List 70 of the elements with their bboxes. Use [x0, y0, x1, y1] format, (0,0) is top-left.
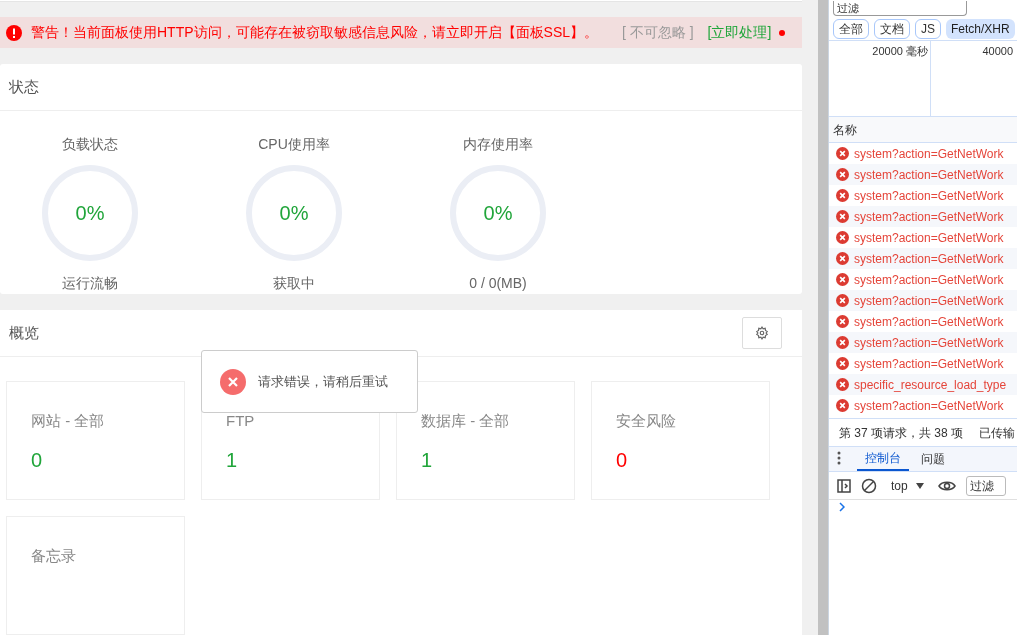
settings-icon [755, 326, 769, 340]
exclamation-icon [6, 24, 22, 41]
fix-now-link[interactable]: [立即处理] [707, 22, 772, 44]
error-icon [836, 168, 849, 181]
request-row[interactable]: system?action=GetNetWork [829, 332, 1017, 353]
error-icon [836, 252, 849, 265]
time-tick: 20000 毫秒 [872, 44, 928, 59]
request-row[interactable]: system?action=GetNetWork [829, 164, 1017, 185]
eye-icon[interactable] [937, 479, 956, 492]
column-header: 名称 [833, 121, 857, 139]
filter-field[interactable]: 过滤 [833, 1, 967, 16]
gauge-label: CPU使用率 [258, 135, 330, 154]
gauge-label: 负载状态 [62, 135, 118, 154]
devtools-tab[interactable]: 控制台 [857, 447, 909, 471]
request-row[interactable]: system?action=GetNetWork [829, 248, 1017, 269]
stat-card[interactable]: 数据库 - 全部 1 [396, 381, 575, 500]
ignore-label: [ 不可忽略 ] [622, 23, 694, 43]
gauge-caption: 获取中 [273, 274, 315, 293]
error-icon [220, 368, 246, 395]
time-tick: 40000 [982, 44, 1013, 59]
filter-chip[interactable]: 全部 [833, 19, 869, 39]
gauge-caption: 0 / 0(MB) [469, 274, 527, 293]
devtools-tab[interactable]: 问题 [913, 447, 953, 471]
error-icon [836, 273, 849, 286]
gauge-caption: 运行流畅 [62, 274, 118, 293]
error-icon [836, 189, 849, 202]
more-icon[interactable] [837, 451, 841, 465]
request-summary: 第 37 项请求，共 38 项 [839, 424, 964, 442]
stat-card[interactable]: 安全风险 0 [591, 381, 770, 500]
stat-label: 网站 - 全部 [31, 411, 106, 431]
error-icon [836, 231, 849, 244]
error-icon [836, 315, 849, 328]
stat-label: FTP [226, 411, 256, 431]
transferred-label: 已传输 [979, 424, 1016, 442]
stat-value: 1 [421, 447, 434, 473]
stat-value: 0 [31, 447, 44, 473]
panel-title: 状态 [9, 76, 39, 97]
error-icon [836, 147, 849, 160]
stat-value: 0 [616, 447, 629, 473]
stat-label: 数据库 - 全部 [421, 411, 511, 431]
error-icon [836, 378, 849, 391]
filter-chip[interactable]: Fetch/XHR [946, 19, 1015, 39]
error-icon [836, 399, 849, 412]
gauge-label: 内存使用率 [463, 135, 533, 154]
request-row[interactable]: specific_resource_load_type [829, 374, 1017, 395]
stat-value: 1 [226, 447, 239, 473]
clear-icon[interactable] [861, 477, 877, 494]
sidebar-toggle-icon[interactable] [837, 478, 851, 493]
stat-card[interactable]: 备忘录 [6, 516, 185, 635]
warning-text: 警告！当前面板使用HTTP访问，可能存在被窃取敏感信息风险，请立即开启【面板SSL】。 [31, 23, 598, 43]
prompt-icon [839, 502, 845, 512]
error-icon [836, 294, 849, 307]
caret-icon [915, 482, 924, 489]
console-filter-field[interactable]: 过滤 [965, 475, 1006, 496]
stat-label: 安全风险 [616, 411, 677, 431]
error-icon [836, 210, 849, 223]
context-dropdown[interactable]: top [887, 476, 928, 495]
gauge-value: 0% [75, 203, 105, 223]
settings-button[interactable] [742, 317, 782, 349]
filter-chip[interactable]: JS [915, 19, 941, 39]
gauge-value: 0% [279, 203, 309, 223]
panel-title: 概览 [9, 322, 39, 343]
stat-label: 备忘录 [31, 546, 77, 566]
stat-card[interactable]: 网站 - 全部 0 [6, 381, 185, 500]
request-row[interactable]: system?action=GetNetWork [829, 206, 1017, 227]
gauge-value: 0% [483, 203, 513, 223]
filter-chip[interactable]: 文档 [874, 19, 910, 39]
error-icon [836, 357, 849, 370]
error-icon [836, 336, 849, 349]
request-row[interactable]: system?action=GetNetWork [829, 290, 1017, 311]
